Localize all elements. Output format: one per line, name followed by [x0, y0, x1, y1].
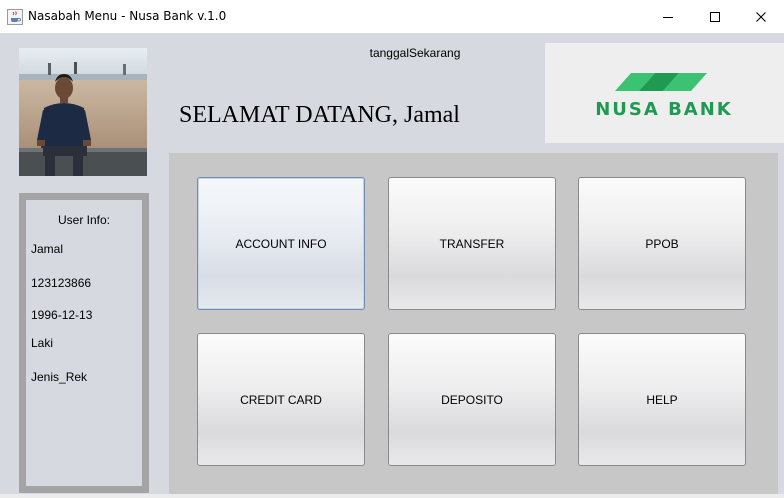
minimize-icon: [663, 16, 673, 18]
user-birth-date: 1996-12-13: [31, 308, 93, 322]
user-account-number: 123123866: [31, 276, 92, 290]
bank-logo: NUSA BANK: [545, 43, 784, 143]
deposito-button[interactable]: DEPOSITO: [388, 333, 556, 466]
minimize-button[interactable]: [645, 0, 691, 33]
java-coffee-icon: [7, 9, 23, 25]
user-info-title: User Info:: [57, 213, 111, 227]
bottom-edge: [0, 494, 784, 498]
current-date-label: tanggalSekarang: [369, 46, 461, 60]
credit-card-button[interactable]: CREDIT CARD: [197, 333, 365, 466]
maximize-icon: [710, 11, 720, 22]
welcome-message: SELAMAT DATANG, Jamal: [179, 102, 460, 129]
menu-button-panel: ACCOUNT INFO TRANSFER PPOB CREDIT CARD D…: [169, 153, 778, 498]
welcome-name: Jamal: [403, 102, 460, 128]
maximize-button[interactable]: [692, 0, 738, 33]
main-window-content: tanggalSekarang SELAMAT DATANG, Jamal NUS…: [0, 33, 784, 498]
title-bar: Nasabah Menu - Nusa Bank v.1.0: [0, 0, 784, 33]
close-icon: [756, 11, 766, 22]
logo-text: NUSA BANK: [595, 99, 733, 120]
avatar: [19, 48, 147, 176]
account-info-button[interactable]: ACCOUNT INFO: [197, 177, 365, 310]
welcome-prefix: SELAMAT DATANG,: [179, 102, 398, 128]
window-title: Nasabah Menu - Nusa Bank v.1.0: [28, 9, 227, 23]
close-button[interactable]: [738, 0, 784, 33]
user-account-type: Jenis_Rek: [31, 370, 88, 384]
help-button[interactable]: HELP: [578, 333, 746, 466]
user-info-panel: User Info: Jamal 123123866 1996-12-13 La…: [19, 193, 149, 493]
user-gender: Laki: [31, 336, 54, 350]
ppob-button[interactable]: PPOB: [578, 177, 746, 310]
nusa-bank-logo-icon: NUSA BANK: [595, 73, 733, 120]
user-photo: [19, 48, 147, 176]
transfer-button[interactable]: TRANSFER: [388, 177, 556, 310]
user-name: Jamal: [31, 242, 64, 256]
